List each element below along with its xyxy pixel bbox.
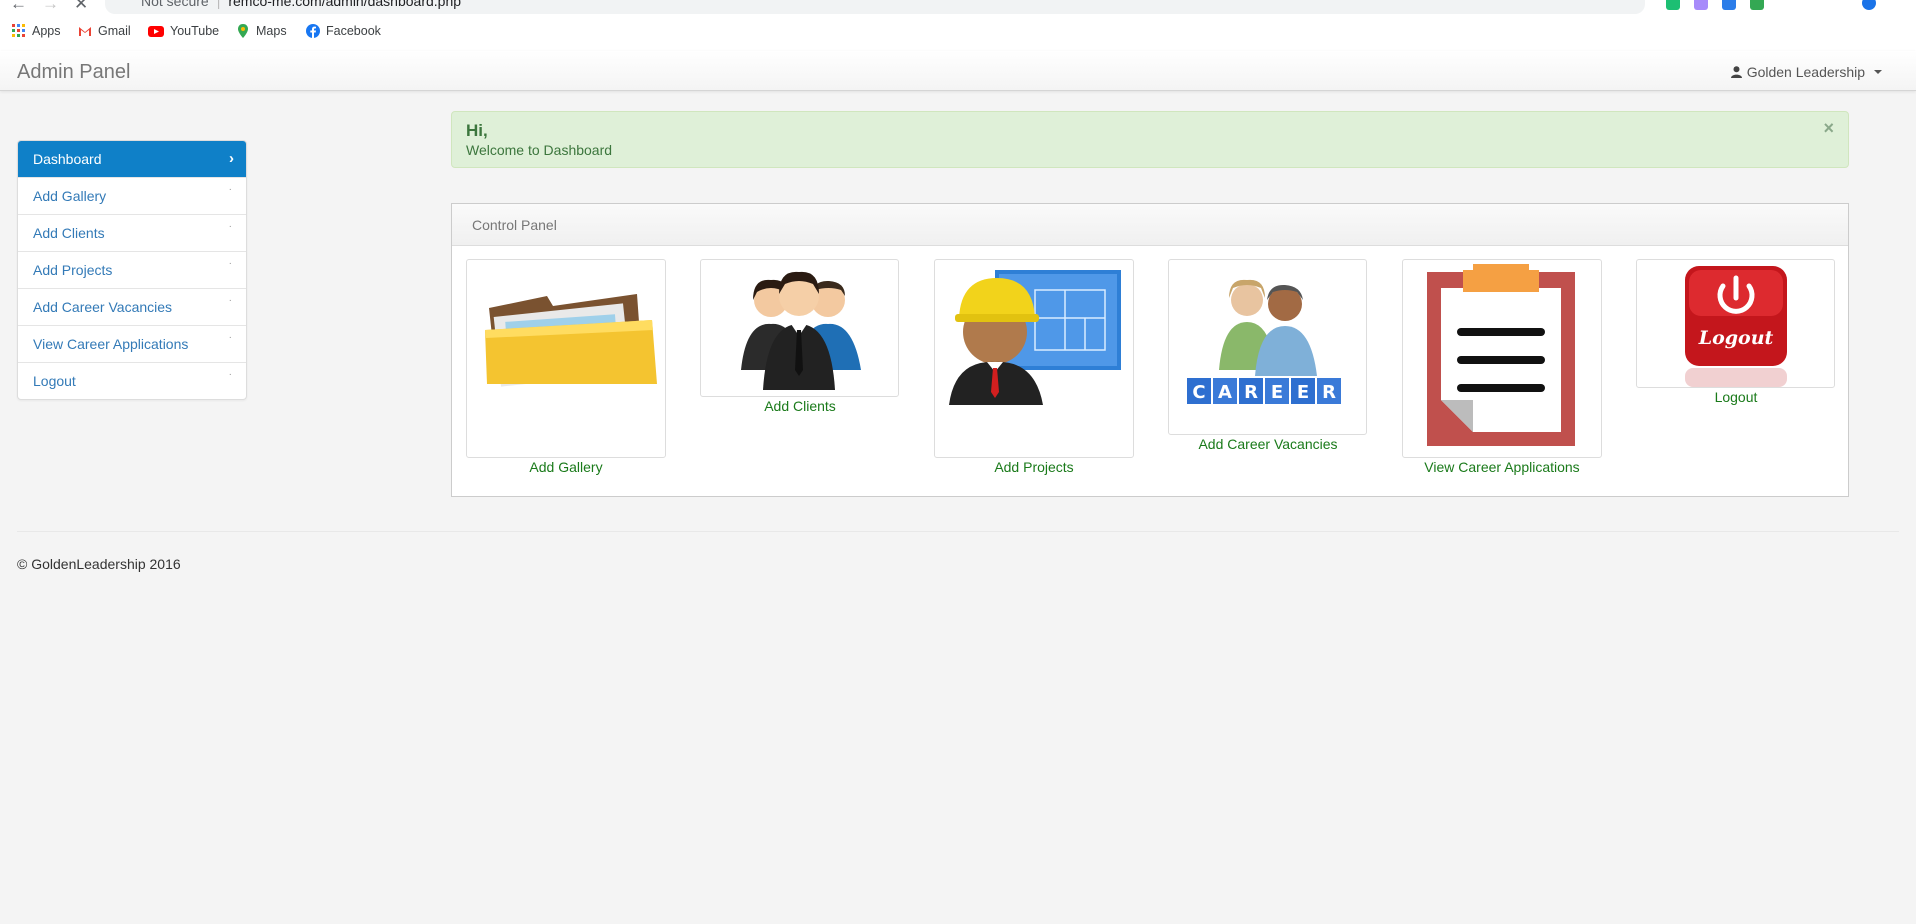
tile-label[interactable]: Logout [1636, 389, 1836, 405]
bookmark-label: YouTube [170, 24, 220, 38]
sidebar-item-label: View Career Applications [33, 336, 189, 352]
bookmark-apps[interactable]: Apps [12, 24, 61, 38]
extension-icon[interactable] [1722, 0, 1736, 10]
footer-copyright: © GoldenLeadership 2016 [17, 556, 181, 572]
sidebar-item-view-career-applications[interactable]: View Career Applications · [18, 325, 246, 362]
alert-message: Welcome to Dashboard [466, 142, 613, 158]
sidebar-menu: Dashboard › Add Gallery · Add Clients · … [17, 140, 247, 400]
tile-label[interactable]: View Career Applications [1402, 459, 1602, 475]
career-people-icon[interactable]: C A R E E R [1168, 259, 1367, 435]
youtube-icon [148, 26, 164, 37]
bookmarks-bar: Apps Gmail YouTube Maps Facebook [0, 14, 1916, 52]
sidebar-item-add-gallery[interactable]: Add Gallery · [18, 177, 246, 214]
browser-address-bar: ← → ✕ Not secure | remco-me.com/admin/dash… [0, 0, 1916, 14]
svg-text:C: C [1192, 382, 1205, 403]
tile-label[interactable]: Add Career Vacancies [1168, 436, 1368, 452]
bookmark-label: Gmail [98, 24, 131, 38]
top-navbar: Admin Panel Golden Leadership [0, 51, 1916, 91]
logout-icon-text: Logout [1698, 327, 1774, 349]
stop-loading-icon[interactable]: ✕ [74, 0, 88, 14]
alert-greeting: Hi, [466, 121, 488, 140]
svg-text:E: E [1271, 382, 1283, 403]
close-icon[interactable]: × [1823, 118, 1834, 139]
url-field[interactable]: Not secure | remco-me.com/admin/dashboard.… [105, 0, 1645, 14]
clients-group-icon[interactable] [700, 259, 899, 397]
forward-icon[interactable]: → [42, 0, 59, 14]
svg-text:R: R [1244, 382, 1258, 403]
user-menu[interactable]: Golden Leadership [1730, 64, 1882, 80]
bookmark-gmail[interactable]: Gmail [78, 24, 131, 38]
svg-text:A: A [1218, 382, 1232, 403]
panel-title: Control Panel [472, 217, 557, 233]
panel-header: Control Panel [452, 204, 1848, 246]
engineer-blueprint-icon[interactable] [934, 259, 1134, 458]
profile-avatar-icon[interactable] [1862, 0, 1876, 10]
user-name: Golden Leadership [1746, 64, 1865, 80]
url-text: remco-me.com/admin/dashboard.php [228, 0, 462, 9]
gallery-folder-icon[interactable] [466, 259, 666, 458]
welcome-alert: Hi, Welcome to Dashboard × [451, 111, 1849, 168]
bullet-icon: · [228, 258, 232, 269]
extension-icon[interactable] [1694, 0, 1708, 10]
brand-title[interactable]: Admin Panel [17, 61, 130, 84]
sidebar-item-label: Add Clients [33, 225, 105, 241]
bullet-icon: · [228, 221, 232, 232]
svg-text:E: E [1297, 382, 1309, 403]
gmail-icon [79, 27, 91, 36]
sidebar-item-add-projects[interactable]: Add Projects · [18, 251, 246, 288]
bookmark-maps[interactable]: Maps [236, 24, 287, 38]
svg-text:R: R [1322, 382, 1336, 403]
user-icon [1730, 66, 1742, 78]
maps-pin-icon [238, 24, 248, 38]
sidebar-item-label: Dashboard [33, 151, 102, 167]
sidebar-item-logout[interactable]: Logout · [18, 362, 246, 399]
sidebar-item-add-career-vacancies[interactable]: Add Career Vacancies · [18, 288, 246, 325]
bookmark-youtube[interactable]: YouTube [148, 24, 219, 38]
control-panel: Control Panel Add Gallery Add Clients Ad… [451, 203, 1849, 497]
bullet-icon: · [228, 184, 232, 195]
extension-icon[interactable] [1666, 0, 1680, 10]
bookmark-label: Facebook [326, 24, 381, 38]
footer-divider [17, 531, 1899, 532]
sidebar-item-label: Add Projects [33, 262, 113, 278]
bookmark-facebook[interactable]: Facebook [306, 24, 381, 38]
apps-grid-icon [12, 24, 25, 37]
tile-label[interactable]: Add Clients [700, 398, 900, 414]
logout-power-icon[interactable]: Logout [1636, 259, 1835, 388]
bookmark-label: Apps [32, 24, 61, 38]
clipboard-icon[interactable] [1402, 259, 1602, 458]
sidebar-item-dashboard[interactable]: Dashboard › [18, 141, 246, 177]
back-icon[interactable]: ← [10, 0, 27, 14]
sidebar-item-add-clients[interactable]: Add Clients · [18, 214, 246, 251]
bullet-icon: · [228, 332, 232, 343]
caret-down-icon [1874, 70, 1882, 74]
sidebar-item-label: Logout [33, 373, 76, 389]
bullet-icon: · [228, 295, 232, 306]
not-secure-label: Not secure [141, 0, 209, 9]
facebook-icon [306, 24, 320, 38]
bullet-icon: · [228, 369, 232, 380]
extension-icon[interactable] [1750, 0, 1764, 10]
tile-label[interactable]: Add Gallery [466, 459, 666, 475]
sidebar-item-label: Add Career Vacancies [33, 299, 173, 315]
sidebar-item-label: Add Gallery [33, 188, 107, 204]
tile-label[interactable]: Add Projects [934, 459, 1134, 475]
bookmark-label: Maps [256, 24, 287, 38]
